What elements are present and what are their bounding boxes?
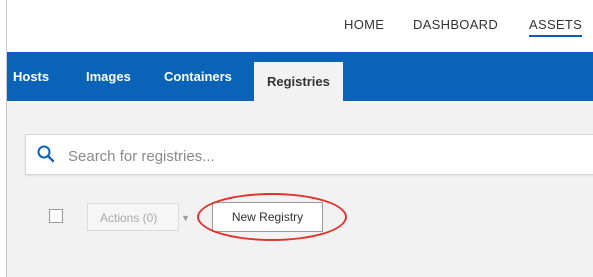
tab-images[interactable]: Images [86,52,131,101]
top-navigation: HOME DASHBOARD ASSETS [7,0,593,52]
select-all-checkbox[interactable] [49,209,63,223]
registries-panel: Actions (0) ▼ New Registry [7,101,593,277]
actions-dropdown[interactable]: Actions (0) ▼ [87,203,190,231]
chevron-down-icon: ▼ [181,213,190,223]
new-registry-button[interactable]: New Registry [212,202,323,232]
tab-containers[interactable]: Containers [164,52,232,101]
nav-assets[interactable]: ASSETS [529,17,583,37]
asset-tab-bar: Hosts Images Containers Registries [7,52,593,101]
app-frame: HOME DASHBOARD ASSETS Hosts Images Conta… [6,0,593,277]
tab-registries[interactable]: Registries [254,62,343,101]
actions-label: Actions (0) [100,211,158,225]
nav-home[interactable]: HOME [344,17,384,32]
tab-hosts[interactable]: Hosts [13,52,49,101]
search-input[interactable] [66,144,570,168]
search-icon[interactable] [36,144,56,164]
search-bar [25,134,593,175]
nav-dashboard[interactable]: DASHBOARD [413,17,498,32]
